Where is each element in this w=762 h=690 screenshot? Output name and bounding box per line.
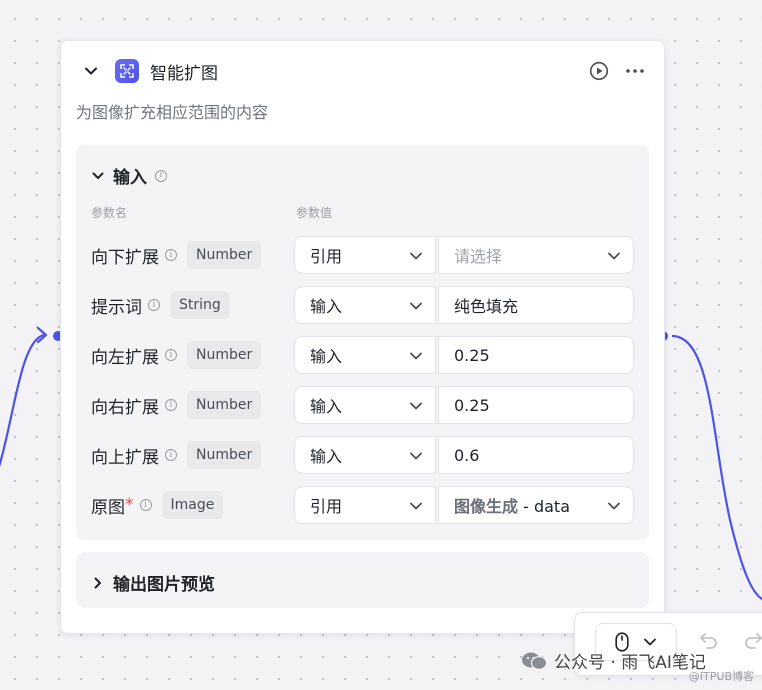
value-text: 纯色填充 bbox=[454, 297, 519, 316]
info-icon: i bbox=[165, 249, 177, 261]
value-mode-select[interactable]: 输入 bbox=[294, 436, 436, 474]
param-row: 向左扩展 i Number 输入 0.25 bbox=[76, 336, 649, 374]
value-mode-select[interactable]: 输入 bbox=[294, 336, 436, 374]
inputs-section-header[interactable]: 输入 i bbox=[91, 163, 167, 188]
param-value-header: 参数值 bbox=[296, 206, 333, 220]
chevron-down-icon bbox=[410, 452, 422, 460]
reference-select[interactable]: 请选择 bbox=[438, 236, 634, 274]
output-preview-header[interactable]: 输出图片预览 bbox=[91, 570, 215, 595]
redo-icon[interactable] bbox=[743, 631, 762, 649]
param-row: 原图 * i Image 引用 图像生成 - data bbox=[76, 486, 649, 524]
param-name: 原图 bbox=[91, 497, 125, 518]
value-mode-label: 输入 bbox=[310, 397, 343, 416]
type-tag: Number bbox=[187, 391, 262, 419]
more-options-icon[interactable] bbox=[624, 60, 646, 82]
chevron-down-icon bbox=[410, 302, 422, 310]
output-preview-panel: 输出图片预览 bbox=[76, 552, 649, 608]
output-preview-title: 输出图片预览 bbox=[113, 575, 215, 595]
value-text: 0.25 bbox=[454, 345, 490, 365]
chevron-down-icon bbox=[410, 402, 422, 410]
collapse-chevron-icon[interactable] bbox=[79, 59, 103, 83]
info-icon: i bbox=[165, 399, 177, 411]
chevron-down-icon bbox=[410, 352, 422, 360]
value-mode-select[interactable]: 输入 bbox=[294, 386, 436, 424]
type-tag: Number bbox=[187, 341, 262, 369]
inputs-title: 输入 bbox=[113, 168, 147, 188]
value-mode-select[interactable]: 引用 bbox=[294, 236, 436, 274]
undo-icon[interactable] bbox=[699, 631, 719, 649]
watermark-text: 公众号 · 雨飞AI笔记 bbox=[554, 653, 706, 673]
chevron-right-icon bbox=[94, 577, 101, 588]
param-name: 向左扩展 bbox=[91, 347, 159, 368]
param-name: 向右扩展 bbox=[91, 397, 159, 418]
inputs-chevron-icon bbox=[92, 172, 104, 179]
node-card[interactable]: 智能扩图 为图像扩充相应范围的内容 输入 i 参数名 参数值 向下扩展 i Nu… bbox=[60, 40, 665, 634]
value-input[interactable]: 0.25 bbox=[438, 336, 634, 374]
type-tag: String bbox=[170, 291, 230, 319]
chevron-down-icon bbox=[608, 502, 620, 510]
info-icon: i bbox=[165, 449, 177, 461]
node-description: 为图像扩充相应范围的内容 bbox=[76, 103, 269, 122]
reference-source: 图像生成 bbox=[454, 497, 519, 516]
value-mode-select[interactable]: 引用 bbox=[294, 486, 436, 524]
watermark: 公众号 · 雨飞AI笔记 bbox=[520, 648, 706, 673]
type-tag: Image bbox=[161, 491, 224, 519]
param-row: 向下扩展 i Number 引用 请选择 bbox=[76, 236, 649, 274]
expand-image-icon bbox=[115, 59, 139, 83]
inputs-panel: 输入 i 参数名 参数值 向下扩展 i Number 引用 请选择 提示词 i … bbox=[76, 145, 649, 540]
chevron-down-icon bbox=[644, 638, 656, 646]
run-play-icon[interactable] bbox=[588, 60, 610, 82]
chevron-down-icon bbox=[410, 252, 422, 260]
watermark-sub: @ITPUB博客 bbox=[688, 670, 754, 683]
param-row: 向右扩展 i Number 输入 0.25 bbox=[76, 386, 649, 424]
info-icon: i bbox=[155, 169, 167, 182]
param-row: 提示词 i String 输入 纯色填充 bbox=[76, 286, 649, 324]
chevron-down-icon bbox=[410, 502, 422, 510]
reference-field: - data bbox=[518, 497, 570, 516]
value-text: 0.25 bbox=[454, 395, 490, 415]
value-input[interactable]: 0.25 bbox=[438, 386, 634, 424]
info-icon: i bbox=[148, 299, 160, 311]
param-name-header: 参数名 bbox=[91, 206, 128, 220]
value-mode-label: 引用 bbox=[310, 497, 343, 516]
node-header: 智能扩图 bbox=[79, 57, 646, 85]
reference-placeholder: 请选择 bbox=[454, 247, 503, 266]
required-asterisk: * bbox=[125, 495, 134, 515]
value-input[interactable]: 纯色填充 bbox=[438, 286, 634, 324]
param-row: 向上扩展 i Number 输入 0.6 bbox=[76, 436, 649, 474]
param-name: 向下扩展 bbox=[91, 247, 159, 268]
type-tag: Number bbox=[187, 441, 262, 469]
value-mode-label: 输入 bbox=[310, 297, 343, 316]
wechat-icon bbox=[522, 652, 548, 670]
info-icon: i bbox=[139, 499, 152, 511]
param-name: 向上扩展 bbox=[91, 447, 159, 468]
reference-select[interactable]: 图像生成 - data bbox=[438, 486, 634, 524]
value-mode-label: 输入 bbox=[310, 447, 343, 466]
value-mode-label: 引用 bbox=[310, 247, 343, 266]
param-name: 提示词 bbox=[91, 297, 142, 318]
node-title: 智能扩图 bbox=[150, 63, 218, 84]
type-tag: Number bbox=[187, 241, 262, 269]
value-text: 0.6 bbox=[454, 445, 480, 465]
chevron-down-icon bbox=[608, 252, 620, 260]
info-icon: i bbox=[165, 349, 177, 361]
value-mode-select[interactable]: 输入 bbox=[294, 286, 436, 324]
value-input[interactable]: 0.6 bbox=[438, 436, 634, 474]
value-mode-label: 输入 bbox=[310, 347, 343, 366]
